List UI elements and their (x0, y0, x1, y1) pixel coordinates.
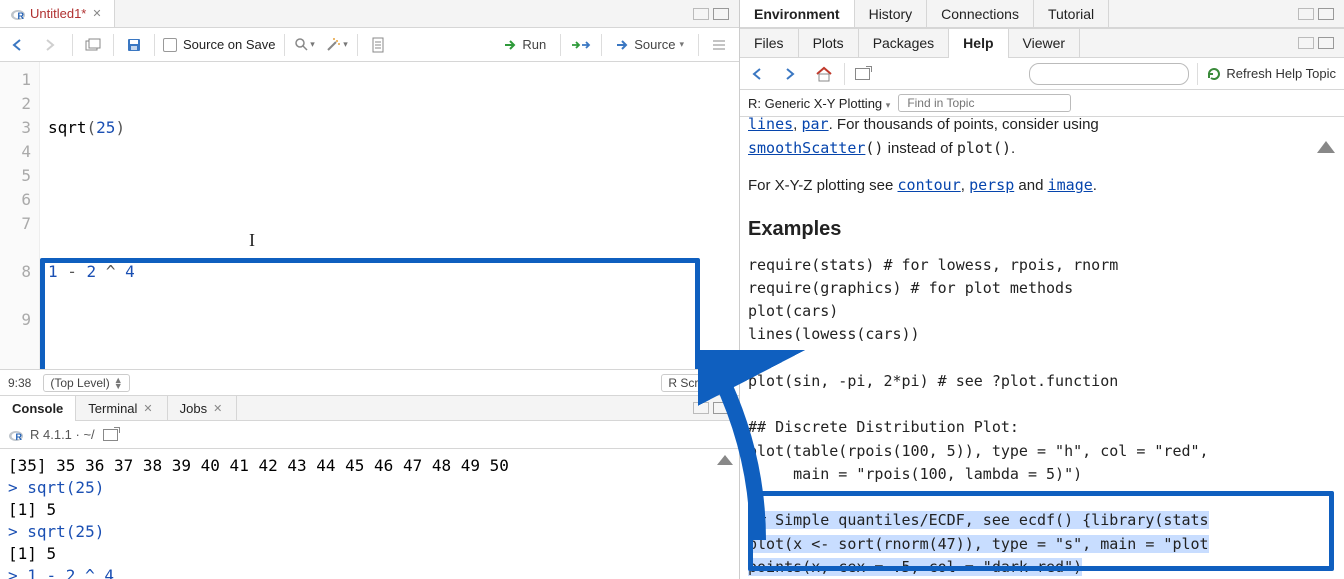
tab-jobs[interactable]: Jobs✕ (168, 396, 238, 421)
editor-toolbar: Source on Save ▾ ▾ Run (0, 28, 739, 62)
examples-heading: Examples (748, 214, 1336, 244)
tab-packages[interactable]: Packages (859, 29, 949, 58)
help-search-input[interactable] (1029, 63, 1189, 85)
svg-text:R: R (18, 11, 25, 21)
svg-text:R: R (16, 432, 23, 442)
minimize-pane-icon[interactable] (693, 8, 709, 20)
link-lines[interactable]: lines (748, 117, 793, 133)
help-back-icon[interactable] (748, 62, 772, 86)
find-icon[interactable]: ▾ (293, 33, 317, 57)
maximize-pane-icon[interactable] (1318, 8, 1334, 20)
tab-help[interactable]: Help (949, 29, 1008, 58)
close-icon[interactable]: ✕ (90, 7, 103, 20)
tab-connections[interactable]: Connections (927, 0, 1034, 27)
help-breadcrumb-bar: R: Generic X-Y Plotting ▾ (740, 90, 1344, 117)
editor-tab-bar: R Untitled1* ✕ (0, 0, 739, 28)
cursor-position: 9:38 (8, 376, 31, 390)
save-icon[interactable] (122, 33, 146, 57)
tab-tutorial[interactable]: Tutorial (1034, 0, 1109, 27)
source-on-save-toggle[interactable]: Source on Save (163, 37, 276, 52)
code-area[interactable]: sqrt(25) 1 - 2 ^ 4 ?plot ## Simple quant… (40, 62, 739, 369)
close-icon[interactable]: ✕ (141, 402, 154, 415)
maximize-pane-icon[interactable] (1318, 37, 1334, 49)
console-line: [35] 35 36 37 38 39 40 41 42 43 44 45 46… (8, 455, 731, 477)
console-line: [1] 5 (8, 499, 731, 521)
minimize-pane-icon[interactable] (693, 402, 709, 414)
tab-files[interactable]: Files (740, 29, 799, 58)
r-version-text: R 4.1.1 · ~/ (30, 427, 95, 442)
checkbox-icon[interactable] (163, 38, 177, 52)
link-par[interactable]: par (802, 117, 829, 133)
link-persp[interactable]: persp (969, 176, 1014, 194)
show-in-new-window-icon[interactable] (81, 33, 105, 57)
console-line: [1] 5 (8, 543, 731, 565)
popout-icon[interactable] (103, 429, 118, 441)
close-icon[interactable]: ✕ (211, 402, 224, 415)
run-label: Run (522, 37, 546, 52)
r-logo-icon: R (8, 427, 24, 443)
source-on-save-label: Source on Save (183, 37, 276, 52)
ibeam-cursor-icon: I (249, 228, 255, 252)
tab-environment[interactable]: Environment (740, 0, 855, 27)
editor-status-bar: 9:38 (Top Level) ▲▼ R Script ▲▼ (0, 369, 739, 395)
home-icon[interactable] (812, 62, 836, 86)
tab-history[interactable]: History (855, 0, 928, 27)
dropdown-caret-icon[interactable]: ▾ (886, 100, 891, 110)
help-forward-icon[interactable] (780, 62, 804, 86)
tab-terminal[interactable]: Terminal✕ (76, 396, 167, 421)
maximize-pane-icon[interactable] (713, 402, 729, 414)
tab-plots[interactable]: Plots (799, 29, 859, 58)
refresh-label: Refresh Help Topic (1226, 66, 1336, 81)
editor-tab-label: Untitled1* (30, 6, 86, 21)
popout-help-icon[interactable] (853, 62, 877, 86)
run-button[interactable]: Run (498, 33, 552, 57)
link-smoothscatter[interactable]: smoothScatter (748, 139, 865, 157)
help-toolbar: Refresh Help Topic (740, 58, 1344, 90)
source-label: Source (634, 37, 675, 52)
refresh-help-button[interactable]: Refresh Help Topic (1206, 66, 1336, 82)
scope-selector[interactable]: (Top Level) ▲▼ (43, 374, 129, 392)
back-icon[interactable] (8, 33, 32, 57)
editor-tab-untitled1[interactable]: R Untitled1* ✕ (0, 0, 115, 27)
minimize-pane-icon[interactable] (1298, 37, 1314, 49)
source-button[interactable]: Source ▾ (610, 33, 690, 57)
forward-icon[interactable] (40, 33, 64, 57)
code-tools-wand-icon[interactable]: ▾ (325, 33, 349, 57)
help-tab-bar: Files Plots Packages Help Viewer (740, 28, 1344, 58)
link-contour[interactable]: contour (898, 176, 961, 194)
editor-gutter: 1 2 3 4 5 6 7 8 9 (0, 62, 40, 369)
maximize-pane-icon[interactable] (713, 8, 729, 20)
code-editor[interactable]: 1 2 3 4 5 6 7 8 9 sqrt(25) 1 - 2 ^ 4 ?pl… (0, 62, 739, 369)
console-tab-bar: Console Terminal✕ Jobs✕ (0, 395, 739, 421)
console-output[interactable]: [35] 35 36 37 38 39 40 41 42 43 44 45 46… (0, 449, 739, 579)
r-file-icon: R (10, 6, 26, 22)
outline-icon[interactable] (707, 33, 731, 57)
rerun-icon[interactable] (569, 33, 593, 57)
help-page-title: R: Generic X-Y Plotting ▾ (748, 96, 890, 111)
console-header: R R 4.1.1 · ~/ (0, 421, 739, 449)
help-content[interactable]: lines, par. For thousands of points, con… (740, 117, 1344, 579)
tab-console[interactable]: Console (0, 396, 76, 421)
scroll-up-icon[interactable] (717, 455, 733, 465)
link-image[interactable]: image (1048, 176, 1093, 194)
language-selector[interactable]: R Script ▲▼ (661, 374, 731, 392)
find-in-topic-input[interactable] (898, 94, 1071, 112)
minimize-pane-icon[interactable] (1298, 8, 1314, 20)
example-code-block[interactable]: require(stats) # for lowess, rpois, rnor… (748, 254, 1336, 579)
scroll-up-icon[interactable] (1317, 141, 1335, 153)
environment-tab-bar: Environment History Connections Tutorial (740, 0, 1344, 28)
tab-viewer[interactable]: Viewer (1009, 29, 1081, 58)
compile-report-icon[interactable] (366, 33, 390, 57)
